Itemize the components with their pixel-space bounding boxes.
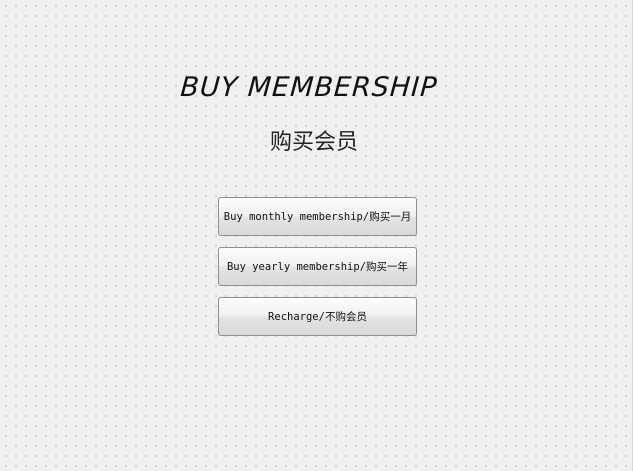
page-subtitle: 购买会员 (269, 130, 358, 155)
recharge-button[interactable]: Recharge/不购会员 (218, 297, 417, 336)
membership-window: BUY MEMBERSHIP 购买会员 Buy monthly membersh… (0, 0, 633, 471)
buy-yearly-button[interactable]: Buy yearly membership/购买一年 (218, 247, 417, 286)
page-title: BUY MEMBERSHIP (179, 72, 439, 103)
buy-monthly-button[interactable]: Buy monthly membership/购买一月 (218, 197, 417, 236)
